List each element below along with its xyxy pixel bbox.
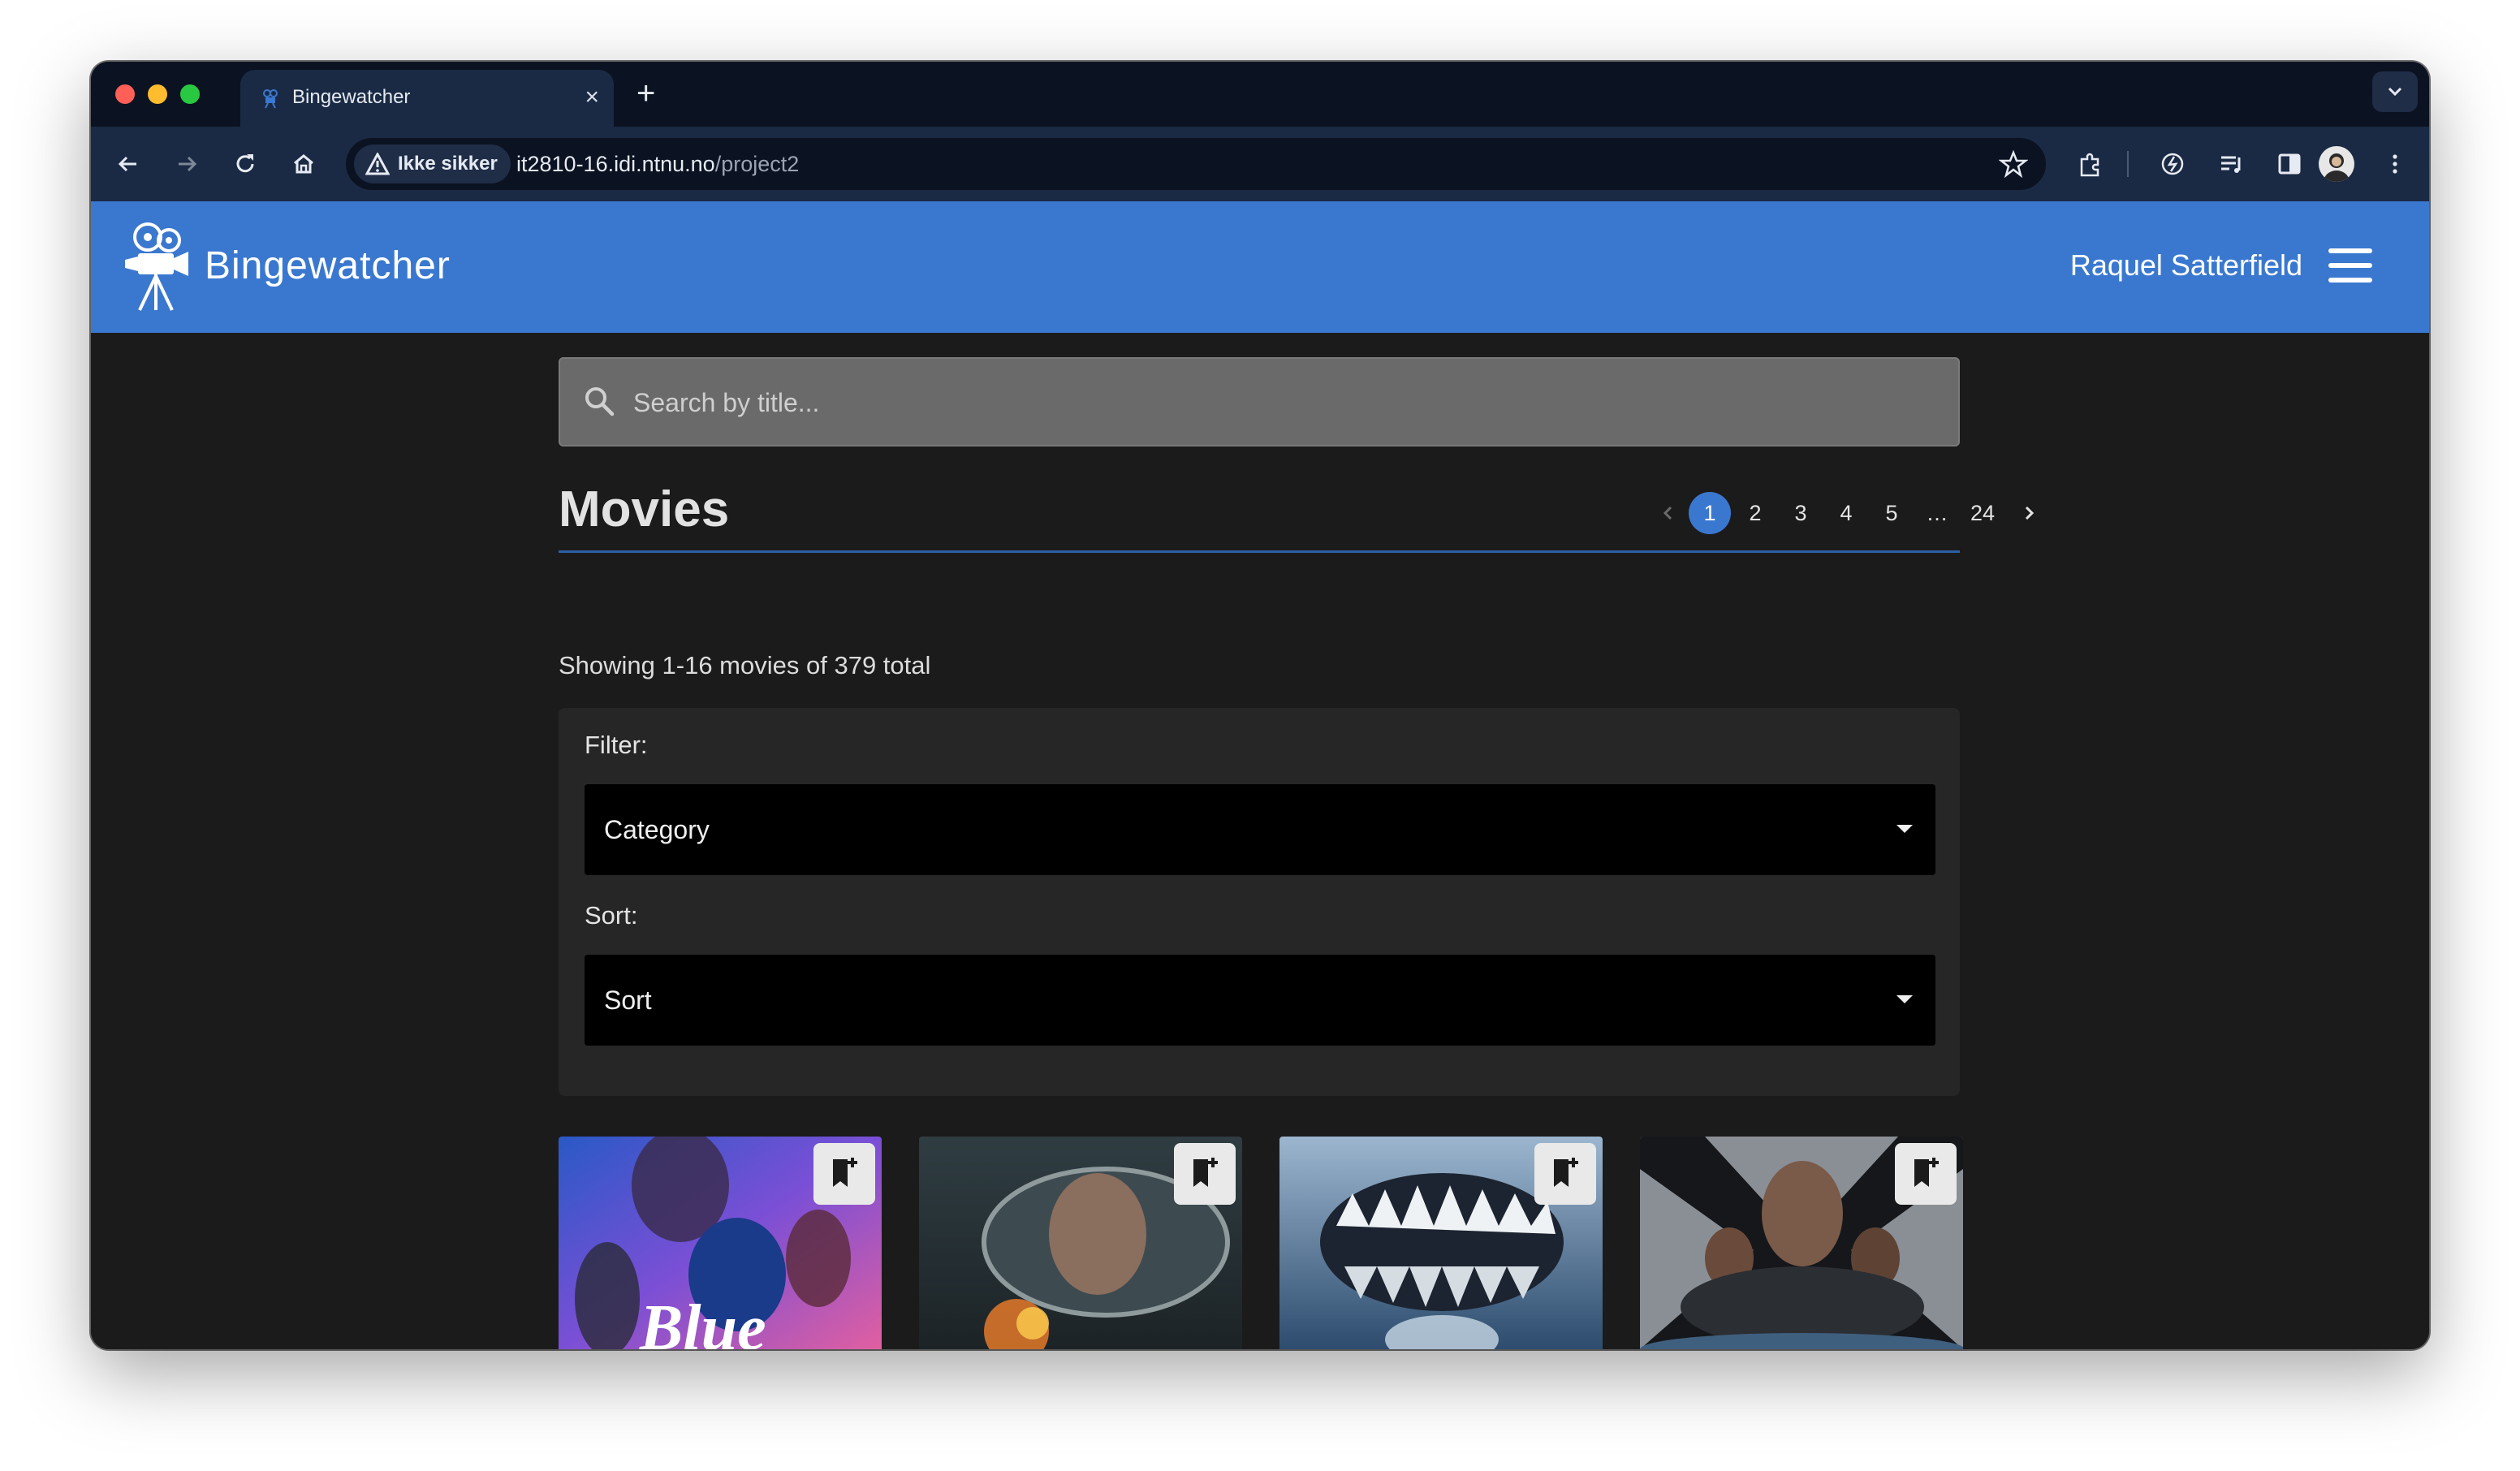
- main-content: Movies 1 2 3 4 5 … 24 Showing 1-16 movie…: [91, 333, 2429, 1349]
- page-button-24[interactable]: 24: [1961, 492, 2004, 534]
- bookmark-add-button[interactable]: [1895, 1143, 1957, 1205]
- brand-name[interactable]: Bingewatcher: [205, 244, 451, 288]
- app-header: Bingewatcher Raquel Satterfield: [91, 201, 2429, 333]
- svg-text:Blue: Blue: [639, 1292, 766, 1349]
- dropdown-arrow-icon: [1896, 825, 1913, 833]
- bookmark-add-icon: [833, 1158, 857, 1187]
- close-tab-icon[interactable]: ×: [585, 81, 599, 114]
- filter-label: Filter:: [585, 731, 648, 759]
- page-button-5[interactable]: 5: [1871, 492, 1913, 534]
- movie-card[interactable]: [919, 1137, 1242, 1349]
- menu-icon[interactable]: [2328, 248, 2372, 284]
- profile-picture-icon: [2324, 153, 2350, 182]
- tab-strip: Bingewatcher × +: [91, 62, 2429, 127]
- chevron-down-icon: [2388, 87, 2402, 97]
- maximize-window-button[interactable]: [180, 84, 200, 104]
- sort-select[interactable]: Sort: [585, 955, 1935, 1046]
- category-select-value: Category: [604, 815, 710, 844]
- extension-bolt-icon[interactable]: [2156, 148, 2189, 180]
- camera-logo-icon[interactable]: [120, 219, 193, 312]
- new-tab-button[interactable]: +: [636, 73, 655, 114]
- page-title: Movies: [559, 481, 730, 537]
- close-window-button[interactable]: [115, 84, 135, 104]
- back-icon[interactable]: [112, 148, 145, 180]
- search-bar[interactable]: [559, 357, 1960, 448]
- home-icon[interactable]: [287, 148, 320, 180]
- dropdown-arrow-icon: [1896, 995, 1913, 1003]
- extensions-icon[interactable]: [2073, 148, 2106, 180]
- security-chip[interactable]: Ikke sikker: [354, 145, 511, 183]
- chevron-right-icon[interactable]: [2009, 492, 2051, 534]
- browser-tab[interactable]: Bingewatcher ×: [240, 70, 614, 127]
- warning-icon: [365, 153, 390, 175]
- profile-avatar[interactable]: [2319, 146, 2354, 182]
- title-divider: [559, 550, 1960, 553]
- address-bar[interactable]: Ikke sikker it2810-16.idi.ntnu.no/projec…: [346, 138, 2046, 190]
- url-text[interactable]: it2810-16.idi.ntnu.no/project2: [516, 138, 799, 190]
- bookmark-add-icon: [1554, 1158, 1578, 1187]
- browser-toolbar: Ikke sikker it2810-16.idi.ntnu.no/projec…: [91, 127, 2429, 201]
- bookmark-add-icon: [1193, 1158, 1218, 1187]
- page-button-2[interactable]: 2: [1734, 492, 1776, 534]
- page-button-4[interactable]: 4: [1825, 492, 1867, 534]
- page-button-1[interactable]: 1: [1689, 492, 1731, 534]
- bookmark-star-icon[interactable]: [1999, 149, 2028, 179]
- favicon-icon: [263, 89, 278, 109]
- filter-panel: Filter: Category Sort: Sort: [559, 708, 1960, 1096]
- movie-card[interactable]: Blue: [559, 1137, 882, 1349]
- url-host: it2810-16.idi.ntnu.no: [516, 152, 715, 176]
- chevron-left-icon[interactable]: [1646, 492, 1689, 534]
- forward-icon[interactable]: [170, 148, 203, 180]
- sort-label: Sort:: [585, 901, 638, 930]
- tab-title: Bingewatcher: [292, 86, 411, 108]
- pagination-ellipsis: …: [1926, 501, 1948, 525]
- browser-window: Bingewatcher × + Ikke sikker it2810-16.i…: [91, 62, 2429, 1349]
- more-vert-icon[interactable]: [2379, 148, 2411, 180]
- bookmark-add-button[interactable]: [813, 1143, 875, 1205]
- media-queue-icon[interactable]: [2215, 148, 2247, 180]
- bookmark-add-button[interactable]: [1174, 1143, 1236, 1205]
- sort-select-value: Sort: [604, 986, 652, 1015]
- search-icon: [585, 387, 615, 416]
- side-panel-icon[interactable]: [2273, 148, 2306, 180]
- user-name: Raquel Satterfield: [2069, 248, 2302, 282]
- url-path: /project2: [714, 152, 800, 176]
- search-input[interactable]: [632, 357, 1934, 448]
- bookmark-add-button[interactable]: [1534, 1143, 1596, 1205]
- category-select[interactable]: Category: [585, 784, 1935, 875]
- toolbar-divider: [2127, 151, 2129, 177]
- minimize-window-button[interactable]: [148, 84, 167, 104]
- tab-search-button[interactable]: [2372, 71, 2418, 112]
- reload-icon[interactable]: [229, 148, 261, 180]
- page-button-3[interactable]: 3: [1780, 492, 1822, 534]
- movie-card[interactable]: [1279, 1137, 1603, 1349]
- results-count: Showing 1-16 movies of 379 total: [559, 651, 931, 679]
- movie-card[interactable]: [1640, 1137, 1963, 1349]
- bookmark-add-icon: [1914, 1158, 1939, 1187]
- security-label: Ikke sikker: [398, 153, 498, 175]
